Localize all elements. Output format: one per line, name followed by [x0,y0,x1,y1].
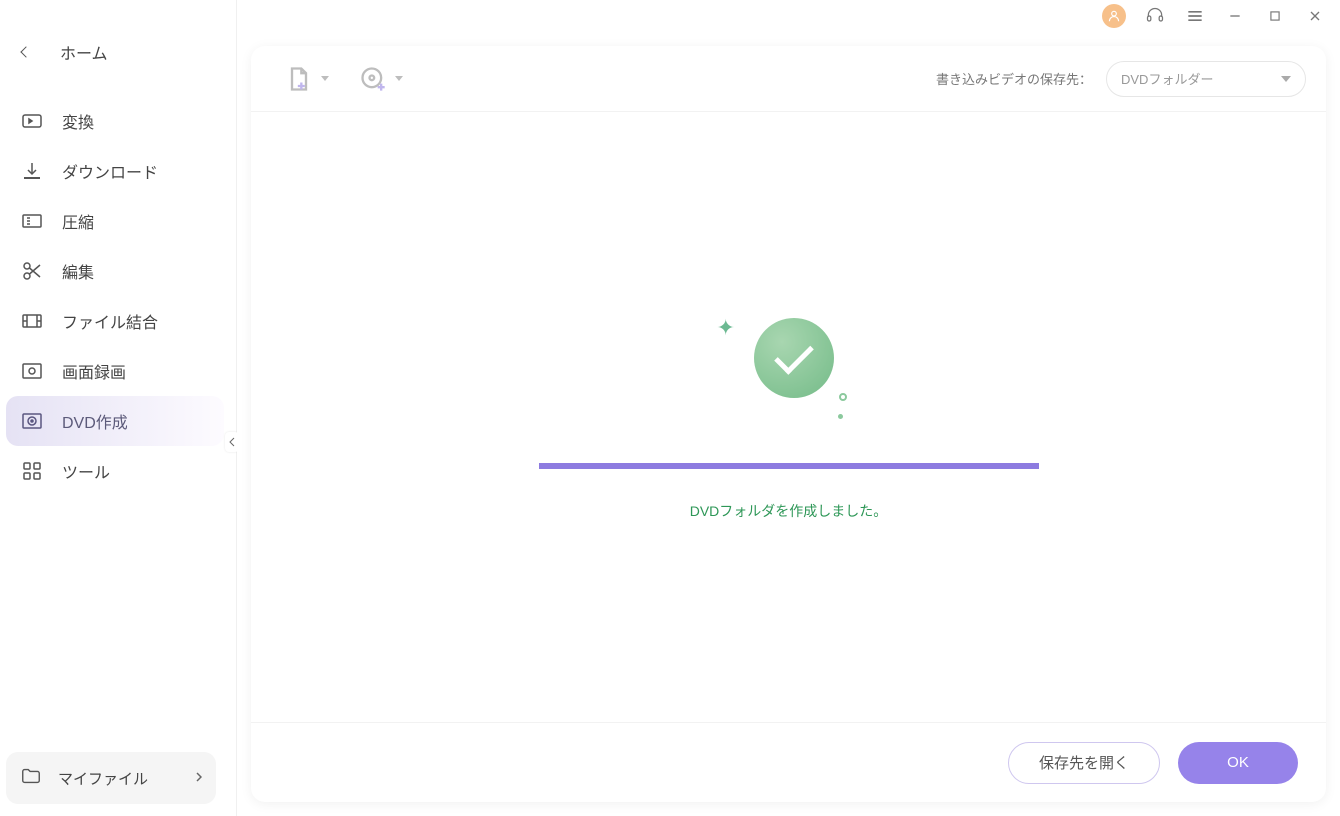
sidebar-menu: 変換 ダウンロード 圧縮 編集 ファイル結合 [0,96,236,496]
content-panel: 書き込みビデオの保存先： DVDフォルダー ✦ DVDフォルダを作成しました。 … [251,46,1326,802]
open-destination-button[interactable]: 保存先を開く [1008,742,1160,784]
folder-icon [20,765,42,792]
ok-button[interactable]: OK [1178,742,1298,784]
add-disc-button[interactable] [359,65,403,93]
status-text: DVDフォルダを作成しました。 [690,501,888,521]
add-file-icon [285,65,313,93]
sidebar-item-label: 編集 [62,259,94,283]
sidebar-item-label: ファイル結合 [62,309,158,333]
destination-value: DVDフォルダー [1121,69,1281,88]
decorative-dot [838,414,843,419]
convert-icon [20,109,44,133]
maximize-button[interactable] [1264,5,1286,27]
ok-label: OK [1227,754,1249,771]
open-destination-label: 保存先を開く [1039,752,1129,773]
download-icon [20,159,44,183]
disc-icon [20,409,44,433]
add-file-button[interactable] [285,65,329,93]
sidebar-item-edit[interactable]: 編集 [6,246,224,296]
sidebar: ホーム 変換 ダウンロード 圧縮 編集 [0,0,237,816]
sidebar-home-label: ホーム [60,40,108,64]
footer: 保存先を開く OK [251,722,1326,802]
sidebar-item-record[interactable]: 画面録画 [6,346,224,396]
chevron-down-icon [1281,76,1291,82]
tools-icon [20,459,44,483]
destination-select[interactable]: DVDフォルダー [1106,61,1306,97]
sparkle-icon: ✦ [717,315,735,341]
compress-icon [20,209,44,233]
sidebar-item-tools[interactable]: ツール [6,446,224,496]
success-icon: ✦ [729,313,849,413]
sidebar-item-label: 圧縮 [62,209,94,233]
account-button[interactable] [1102,4,1126,28]
record-icon [20,359,44,383]
toolbar: 書き込みビデオの保存先： DVDフォルダー [251,46,1326,112]
main-area: 書き込みビデオの保存先： DVDフォルダー ✦ DVDフォルダを作成しました。 … [237,0,1340,816]
chevron-down-icon [321,76,329,81]
sidebar-item-dvd[interactable]: DVD作成 [6,396,224,446]
sidebar-item-label: ダウンロード [62,159,158,183]
chevron-right-icon [196,769,202,787]
chevron-down-icon [395,76,403,81]
merge-icon [20,309,44,333]
sidebar-home[interactable]: ホーム [0,26,236,78]
support-button[interactable] [1144,5,1166,27]
title-bar [237,0,1340,32]
sidebar-item-label: ツール [62,459,110,483]
my-files-button[interactable]: マイファイル [6,752,216,804]
menu-button[interactable] [1184,5,1206,27]
sidebar-item-label: 変換 [62,109,94,133]
sidebar-item-download[interactable]: ダウンロード [6,146,224,196]
check-circle-icon [754,318,834,398]
sidebar-item-label: 画面録画 [62,359,126,383]
sidebar-item-merge[interactable]: ファイル結合 [6,296,224,346]
sidebar-item-compress[interactable]: 圧縮 [6,196,224,246]
sidebar-item-convert[interactable]: 変換 [6,96,224,146]
scissors-icon [20,259,44,283]
burn-destination-label: 書き込みビデオの保存先： [936,69,1092,88]
result-content: ✦ DVDフォルダを作成しました。 [251,112,1326,722]
sidebar-item-label: DVD作成 [62,409,128,433]
close-button[interactable] [1304,5,1326,27]
back-chevron-icon [20,46,31,57]
decorative-dot [839,393,847,401]
progress-bar [539,463,1039,469]
my-files-label: マイファイル [58,768,196,789]
minimize-button[interactable] [1224,5,1246,27]
add-disc-icon [359,65,387,93]
